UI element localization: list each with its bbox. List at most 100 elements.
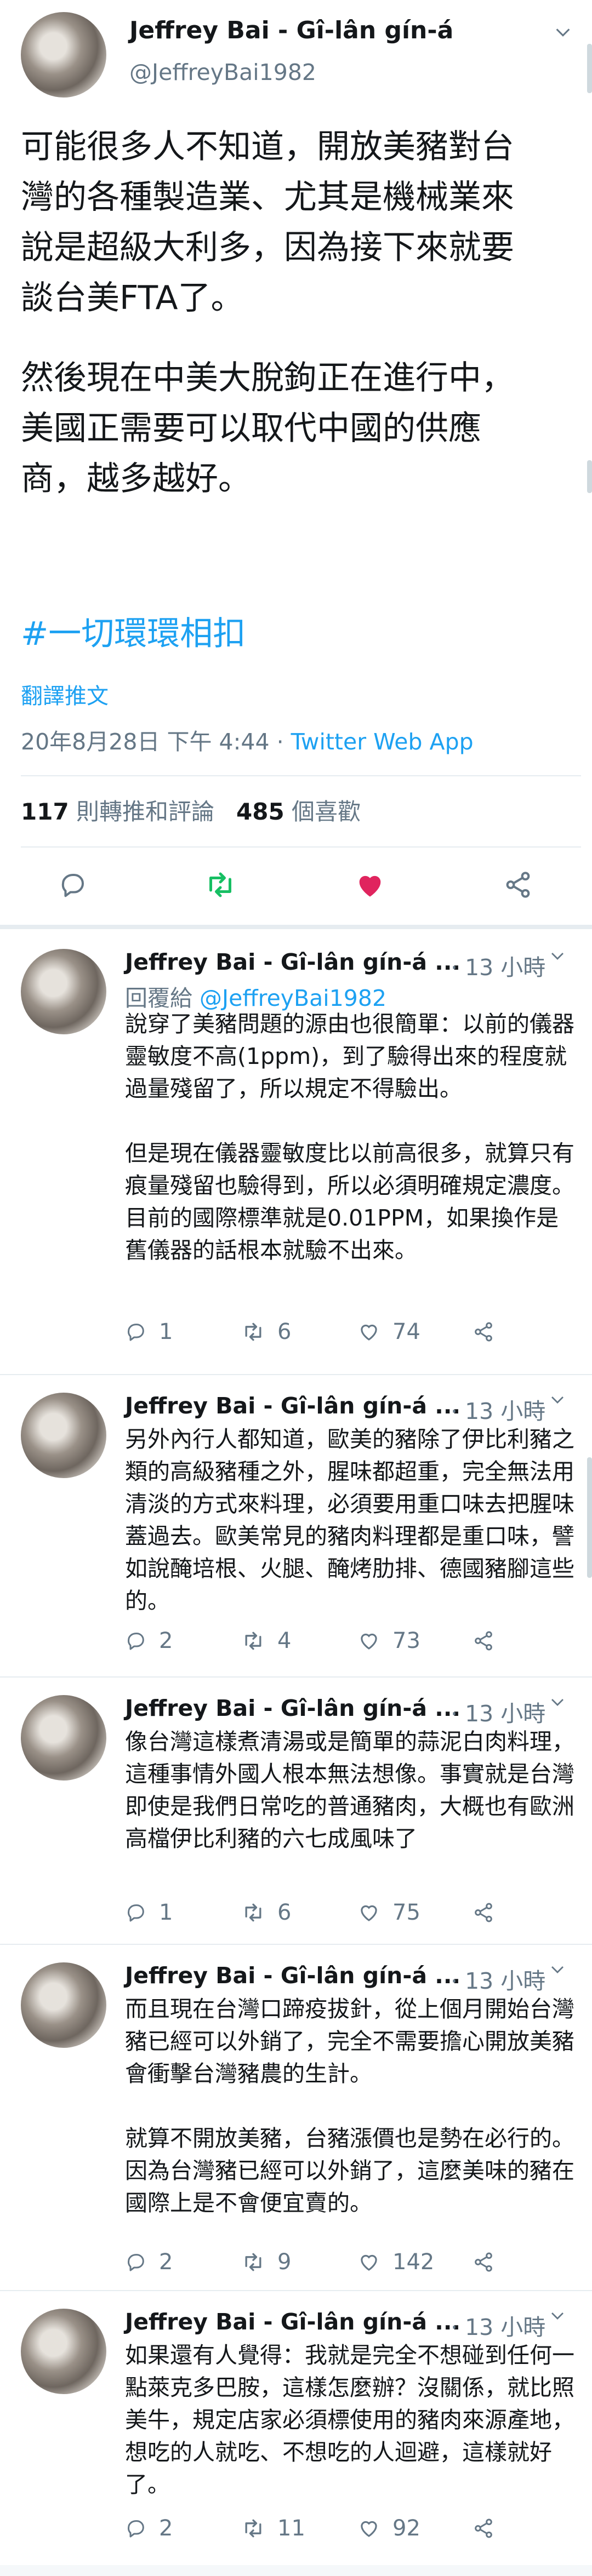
author-handle[interactable]: @JeffreyBai1982 xyxy=(129,59,316,85)
retweet-icon xyxy=(245,2519,261,2538)
reply-button[interactable]: 2 xyxy=(125,2515,173,2542)
tweet-meta: 20年8月28日 下午 4:44 · Twitter Web App xyxy=(21,723,474,756)
share-button[interactable] xyxy=(473,1318,506,1346)
avatar[interactable] xyxy=(21,2309,106,2394)
heart-icon xyxy=(361,2254,377,2271)
author-name[interactable]: Jeffrey Bai - Gî-lân gín-á ... xyxy=(125,1393,460,1419)
like-button[interactable]: 75 xyxy=(357,1899,420,1926)
author-name[interactable]: Jeffrey Bai - Gî-lân gín-á ... xyxy=(125,949,460,975)
like-button[interactable]: 142 xyxy=(357,2248,434,2276)
retweet-count: 11 xyxy=(277,2516,305,2541)
timestamp[interactable]: 20年8月28日 下午 4:44 xyxy=(21,729,270,755)
reply-tweet[interactable]: Jeffrey Bai - Gî-lân gín-á ... · 13 小時 回… xyxy=(0,931,592,1364)
chevron-down-icon[interactable] xyxy=(549,947,566,969)
share-button[interactable] xyxy=(473,1899,506,1926)
reply-button[interactable]: 1 xyxy=(125,1899,173,1926)
timestamp[interactable]: · 13 小時 xyxy=(451,1962,545,1995)
reply-paragraph: 說穿了美豬問題的源由也很簡單：以前的儀器靈敏度不高(1ppm)，到了驗得出來的程… xyxy=(125,1011,574,1102)
share-button[interactable] xyxy=(473,2248,506,2276)
reply-icon xyxy=(128,2520,144,2538)
reply-button[interactable]: 1 xyxy=(125,1318,173,1346)
retweet-button[interactable]: 6 xyxy=(241,1899,291,1926)
reply-actions: 2 9 142 xyxy=(125,2248,574,2276)
like-count: 92 xyxy=(392,2516,420,2541)
author-name[interactable]: Jeffrey Bai - Gî-lân gín-á ... xyxy=(125,1962,460,1989)
reply-text: 說穿了美豬問題的源由也很簡單：以前的儀器靈敏度不高(1ppm)，到了驗得出來的程… xyxy=(125,1008,574,1267)
chevron-down-icon[interactable] xyxy=(549,1693,566,1715)
share-icon xyxy=(475,2518,492,2538)
reply-actions: 1 6 74 xyxy=(125,1318,574,1346)
retweet-button[interactable]: 6 xyxy=(241,1318,291,1346)
avatar[interactable] xyxy=(21,1962,106,2048)
reply-text: 如果還有人覺得：我就是完全不想碰到任何一點萊克多巴胺，這樣怎麼辦？沒關係，就比照… xyxy=(125,2339,574,2501)
reply-button[interactable]: 2 xyxy=(125,1627,173,1655)
share-button[interactable] xyxy=(473,2515,506,2542)
chevron-down-icon[interactable] xyxy=(549,1960,566,1983)
retweet-count: 6 xyxy=(277,1319,292,1344)
reply-tweet[interactable]: Jeffrey Bai - Gî-lân gín-á ... · 13 小時 而… xyxy=(0,1945,592,2295)
timestamp[interactable]: · 13 小時 xyxy=(451,1695,545,1728)
like-count[interactable]: 485 xyxy=(236,798,284,825)
avatar[interactable] xyxy=(21,949,106,1034)
heart-icon xyxy=(361,2521,377,2537)
retweet-count-label[interactable]: 則轉推和評論 xyxy=(69,798,214,825)
author-name[interactable]: Jeffrey Bai - Gî-lân gín-á ... xyxy=(125,1695,460,1721)
tweet-actions xyxy=(0,866,592,904)
reply-paragraph: 如果還有人覺得：我就是完全不想碰到任何一點萊克多巴胺，這樣怎麼辦？沒關係，就比照… xyxy=(125,2342,574,2498)
author-name[interactable]: Jeffrey Bai - Gî-lân gín-á ... xyxy=(125,2309,460,2335)
like-button[interactable]: 92 xyxy=(357,2515,420,2542)
hashtag-link[interactable]: #一切環環相扣 xyxy=(21,607,246,655)
reply-button[interactable]: 2 xyxy=(125,2248,173,2276)
like-button[interactable]: 73 xyxy=(357,1627,420,1655)
share-button[interactable] xyxy=(499,866,537,904)
reply-actions: 2 4 73 xyxy=(125,1627,574,1655)
retweet-icon xyxy=(245,1632,261,1650)
retweet-count[interactable]: 117 xyxy=(21,798,69,825)
reply-count: 2 xyxy=(159,1628,173,1653)
source-link[interactable]: Twitter Web App xyxy=(291,729,474,755)
reply-tweet[interactable]: Jeffrey Bai - Gî-lân gín-á ... · 13 小時 如… xyxy=(0,2291,592,2565)
like-button[interactable] xyxy=(351,866,389,904)
avatar[interactable] xyxy=(21,12,106,98)
reply-tweet[interactable]: Jeffrey Bai - Gî-lân gín-á ... · 13 小時 像… xyxy=(0,1678,592,1951)
retweet-button[interactable]: 11 xyxy=(241,2515,305,2542)
tweet-stats: 117 則轉推和評論 485 個喜歡 xyxy=(21,793,361,827)
reply-paragraph: 另外內行人都知道，歐美的豬除了伊比利豬之類的高級豬種之外，腥味都超重，完全無法用… xyxy=(125,1426,574,1614)
reply-count: 2 xyxy=(159,2249,173,2275)
chevron-down-icon[interactable] xyxy=(549,2306,566,2329)
avatar[interactable] xyxy=(21,1393,106,1478)
chevron-down-icon[interactable] xyxy=(549,1390,566,1413)
timestamp[interactable]: · 13 小時 xyxy=(451,2309,545,2342)
reply-button[interactable] xyxy=(54,866,92,904)
reply-icon xyxy=(128,2254,144,2271)
reply-paragraph: 而且現在台灣口蹄疫拔針，從上個月開始台灣豬已經可以外銷了，完全不需要擔心開放美豬… xyxy=(125,1996,574,2087)
reply-to-handle[interactable]: @JeffreyBai1982 xyxy=(200,985,386,1011)
like-button[interactable]: 74 xyxy=(357,1318,420,1346)
heart-icon xyxy=(361,1905,377,1921)
divider xyxy=(0,2565,592,2576)
avatar[interactable] xyxy=(21,1695,106,1781)
like-count-label[interactable]: 個喜歡 xyxy=(284,798,361,825)
reply-text: 另外內行人都知道，歐美的豬除了伊比利豬之類的高級豬種之外，腥味都超重，完全無法用… xyxy=(125,1423,574,1617)
divider xyxy=(21,846,581,848)
heart-icon xyxy=(361,1633,377,1650)
timestamp[interactable]: · 13 小時 xyxy=(451,1393,545,1426)
retweet-button[interactable]: 4 xyxy=(241,1627,291,1655)
retweet-icon xyxy=(245,1323,261,1341)
timestamp[interactable]: · 13 小時 xyxy=(451,949,545,982)
translate-tweet-link[interactable]: 翻譯推文 xyxy=(21,678,109,710)
reply-tweet[interactable]: Jeffrey Bai - Gî-lân gín-á ... · 13 小時 另… xyxy=(0,1375,592,1682)
retweet-button[interactable]: 9 xyxy=(241,2248,291,2276)
reply-text: 像台灣這樣煮清湯或是簡單的蒜泥白肉料理，這種事情外國人根本無法想像。事實就是台灣… xyxy=(125,1726,574,1855)
retweet-button[interactable] xyxy=(201,866,240,904)
retweet-count: 4 xyxy=(277,1628,292,1653)
section-divider xyxy=(0,925,592,929)
reply-to-line: 回覆給 @JeffreyBai1982 xyxy=(125,980,386,1012)
retweet-icon xyxy=(245,1903,261,1922)
chevron-down-icon[interactable] xyxy=(554,22,572,47)
retweet-count: 6 xyxy=(277,1900,292,1925)
share-button[interactable] xyxy=(473,1627,506,1655)
reply-icon xyxy=(128,1324,144,1341)
reply-icon xyxy=(128,1633,144,1650)
author-name[interactable]: Jeffrey Bai - Gî-lân gín-á xyxy=(129,16,453,44)
